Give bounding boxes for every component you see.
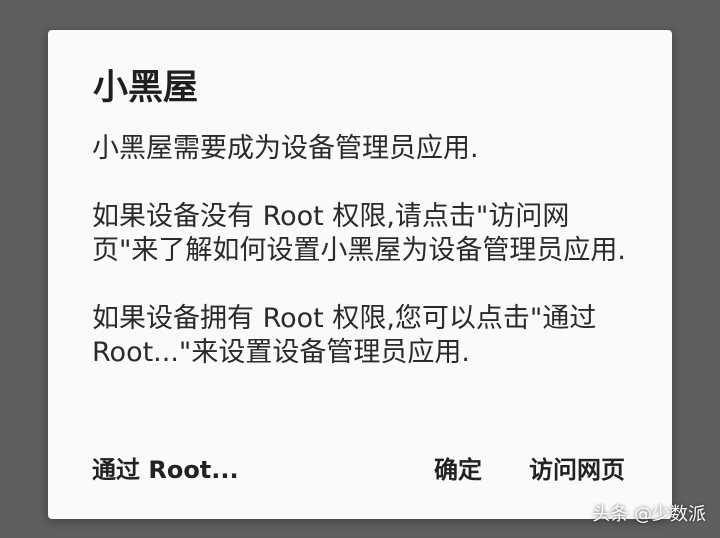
- visit-web-button[interactable]: 访问网页: [529, 452, 625, 488]
- message-paragraph-1: 小黑屋需要成为设备管理员应用.: [92, 133, 479, 164]
- message-paragraph-3: 如果设备拥有 Root 权限,您可以点击"通过 Root..."来设置设备管理员…: [92, 303, 597, 368]
- dialog-message: 小黑屋需要成为设备管理员应用. 如果设备没有 Root 权限,请点击"访问网页"…: [92, 132, 632, 370]
- dialog-title: 小黑屋: [93, 68, 199, 108]
- dialog-actions: 通过 Root... 确定 访问网页: [48, 452, 672, 488]
- watermark: 头条 @少数派: [592, 504, 706, 525]
- confirm-button[interactable]: 确定: [434, 452, 482, 488]
- message-paragraph-2: 如果设备没有 Root 权限,请点击"访问网页"来了解如何设置小黑屋为设备管理员…: [92, 201, 627, 266]
- device-admin-dialog: 小黑屋 小黑屋需要成为设备管理员应用. 如果设备没有 Root 权限,请点击"访…: [48, 30, 672, 519]
- via-root-button[interactable]: 通过 Root...: [92, 452, 239, 488]
